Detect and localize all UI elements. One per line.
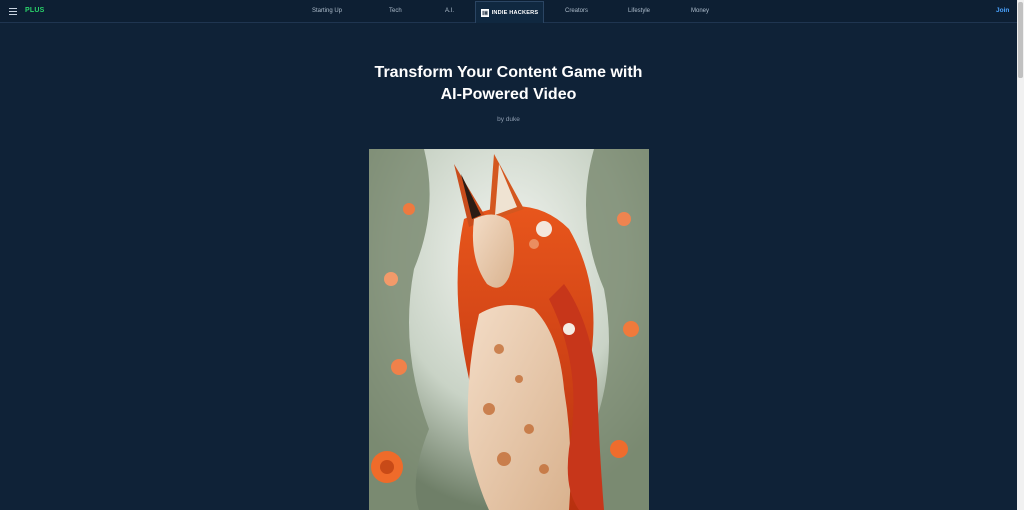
article-byline[interactable]: by duke: [400, 116, 617, 123]
nav-starting-up[interactable]: Starting Up: [312, 8, 342, 14]
nav-ai[interactable]: A.I.: [445, 8, 454, 14]
hamburger-menu-icon[interactable]: [9, 8, 17, 15]
scrollbar-thumb[interactable]: [1018, 2, 1023, 78]
page-scrollbar[interactable]: [1017, 0, 1024, 510]
nav-creators[interactable]: Creators: [565, 8, 588, 14]
hero-image: [369, 149, 649, 510]
title-line-2: AI-Powered Video: [440, 86, 577, 103]
indie-hackers-logo-tab[interactable]: INDIE HACKERS: [475, 1, 544, 23]
indie-hackers-logo-icon: [480, 8, 489, 17]
nav-lifestyle[interactable]: Lifestyle: [628, 8, 650, 14]
nav-money[interactable]: Money: [691, 8, 709, 14]
nav-tech[interactable]: Tech: [389, 8, 402, 14]
title-line-1: Transform Your Content Game with: [374, 64, 643, 81]
top-navigation-bar: PLUS Starting Up Tech A.I. INDIE HACKERS…: [0, 0, 1017, 23]
logo-text: INDIE HACKERS: [491, 9, 539, 16]
article-title: Transform Your Content Game with AI-Powe…: [300, 62, 717, 106]
join-button[interactable]: Join: [996, 7, 1009, 14]
plus-link[interactable]: PLUS: [25, 7, 44, 14]
